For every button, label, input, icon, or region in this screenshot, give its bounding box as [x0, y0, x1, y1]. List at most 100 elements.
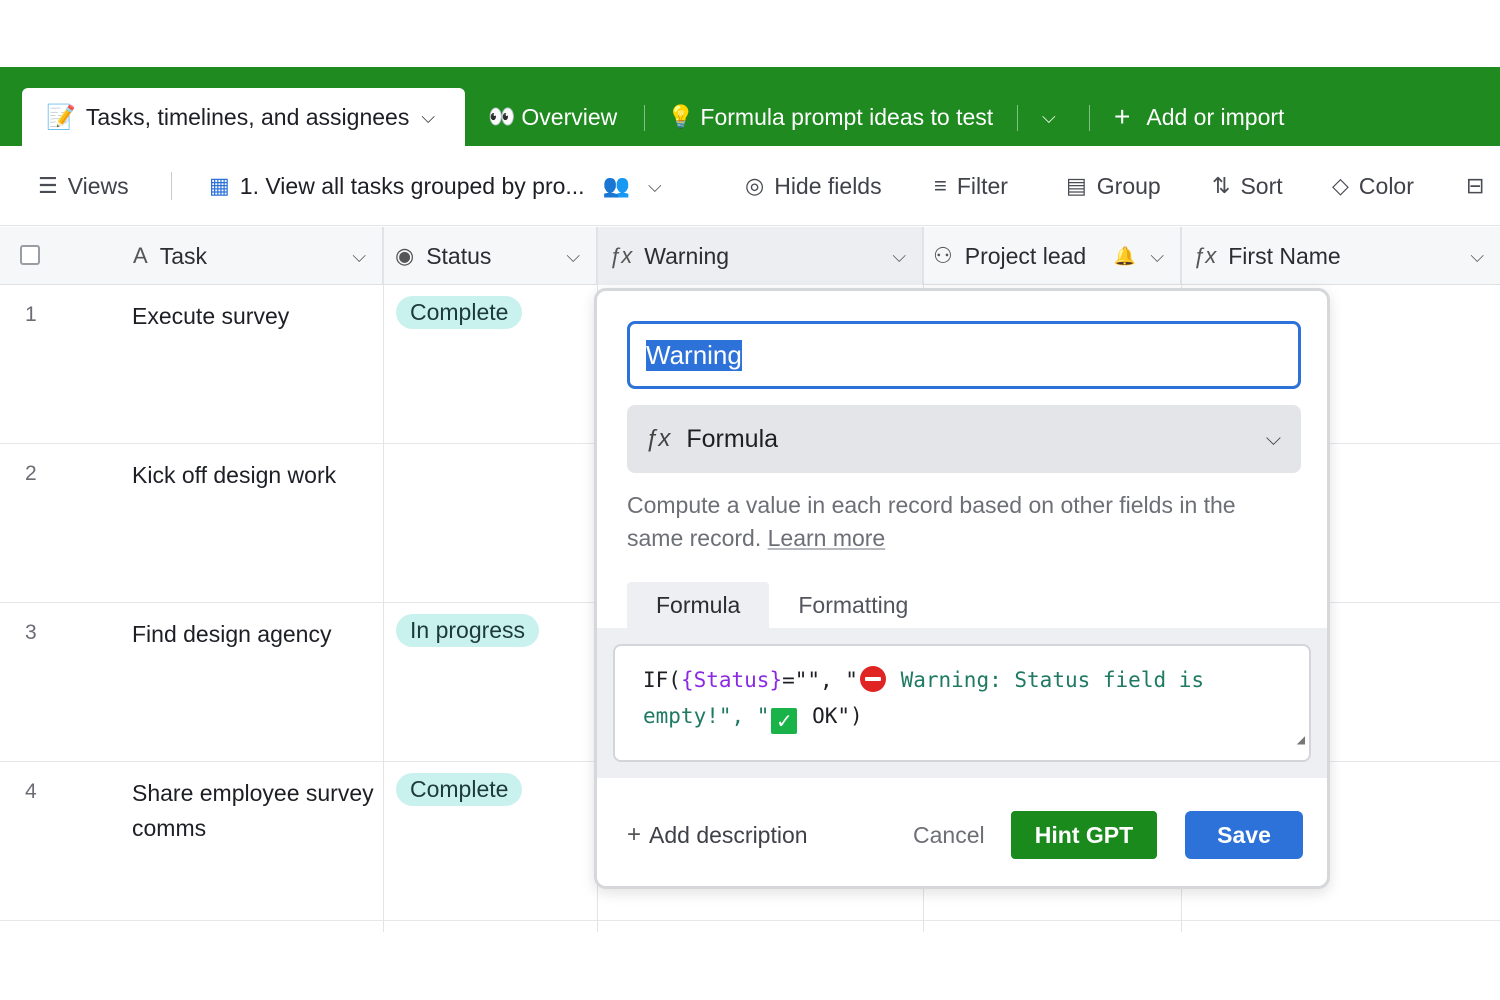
filter-icon: ≡ [934, 173, 947, 198]
hide-fields-button[interactable]: ◎ Hide fields [745, 146, 882, 226]
formula-subtabs: Formula Formatting [627, 582, 937, 628]
select-all-checkbox[interactable] [20, 245, 40, 265]
task-cell[interactable]: Find design agency [132, 617, 377, 652]
views-label: Views [67, 172, 129, 199]
no-entry-icon [859, 666, 886, 692]
formula-function: IF( [643, 668, 681, 692]
grid-header: A Task ⌵ ◉ Status ⌵ ƒx Warning ⌵ ⚇ Proje… [0, 227, 1500, 285]
formula-ok-string: OK") [799, 704, 863, 728]
chevron-down-icon[interactable]: ⌵ [421, 107, 435, 128]
tab-formula-ideas[interactable]: 💡 Formula prompt ideas to test [667, 88, 993, 146]
eye-slash-icon: ◎ [745, 173, 765, 198]
tab-tasks-timelines[interactable]: 📝 Tasks, timelines, and assignees ⌵ [22, 88, 465, 146]
save-button[interactable]: Save [1185, 811, 1303, 859]
color-button[interactable]: ◇ Color [1332, 146, 1414, 226]
resize-handle-icon[interactable]: ◢ [1297, 722, 1305, 758]
chevron-down-icon[interactable]: ⌵ [892, 246, 906, 267]
status-badge[interactable]: In progress [396, 614, 540, 647]
sort-icon: ⇅ [1212, 173, 1231, 198]
column-label: Status [426, 242, 492, 269]
task-cell[interactable]: Execute survey [132, 299, 377, 334]
add-or-import-button[interactable]: + Add or import [1114, 88, 1284, 146]
task-cell[interactable]: Share employee survey comms [132, 776, 377, 846]
group-icon: ▤ [1066, 173, 1087, 198]
row-height-button[interactable]: ⊟ [1466, 146, 1494, 226]
grid-view-icon: ▦ [209, 173, 230, 198]
add-description-label: Add description [649, 821, 808, 848]
view-name: 1. View all tasks grouped by pro... [239, 172, 585, 199]
task-cell[interactable]: Kick off design work [132, 458, 377, 493]
row-height-icon: ⊟ [1466, 173, 1485, 198]
formula-field-ref: {Status} [680, 668, 783, 692]
formula-editor-area: IF({Status}="", " Warning: Status field … [597, 628, 1327, 778]
formula-icon: ƒx [609, 243, 633, 268]
field-type-value: Formula [686, 424, 779, 453]
column-header-warning[interactable]: ƒx Warning ⌵ [597, 227, 923, 285]
field-name-input[interactable]: Warning [627, 321, 1301, 389]
add-description-button[interactable]: + Add description [627, 811, 808, 859]
row-number: 1 [25, 303, 37, 326]
chevron-down-icon[interactable]: ⌵ [1150, 246, 1164, 267]
chevron-down-icon: ⌵ [647, 175, 662, 196]
collaborators-icon: 👥 [602, 173, 630, 198]
column-header-first-name[interactable]: ƒx First Name ⌵ [1181, 227, 1500, 285]
views-button[interactable]: ☰ Views [38, 146, 129, 226]
row-number: 2 [25, 462, 37, 485]
learn-more-link[interactable]: Learn more [768, 525, 886, 551]
column-label: Task [159, 242, 207, 269]
row-number: 3 [25, 621, 37, 644]
filter-button[interactable]: ≡ Filter [934, 146, 1008, 226]
tab-divider [644, 105, 645, 131]
column-label: Warning [644, 242, 730, 269]
filter-label: Filter [956, 172, 1008, 199]
tab-overview[interactable]: 👀 Overview [488, 88, 617, 146]
text-field-icon: A [133, 243, 148, 268]
bell-icon: 🔔 [1113, 245, 1136, 266]
column-header-project-lead[interactable]: ⚇ Project lead 🔔 ⌵ [923, 227, 1181, 285]
tab-label: Overview [521, 103, 618, 130]
field-description-text: Compute a value in each record based on … [627, 489, 1287, 555]
column-label: Project lead [964, 242, 1087, 269]
cancel-button[interactable]: Cancel [913, 811, 985, 859]
view-toolbar: ☰ Views ▦ 1. View all tasks grouped by p… [0, 146, 1500, 226]
field-type-select[interactable]: ƒx Formula ⌵ [627, 405, 1301, 473]
formula-editor[interactable]: IF({Status}="", " Warning: Status field … [613, 644, 1311, 762]
group-button[interactable]: ▤ Group [1066, 146, 1161, 226]
column-label: First Name [1228, 242, 1341, 269]
status-badge[interactable]: Complete [396, 296, 523, 329]
add-import-label: Add or import [1146, 103, 1285, 130]
chevron-down-icon[interactable]: ⌵ [352, 246, 366, 267]
edit-field-dialog: Warning ƒx Formula ⌵ Compute a value in … [594, 288, 1330, 889]
sort-label: Sort [1240, 172, 1283, 199]
chevron-down-icon: ⌵ [1265, 427, 1281, 450]
chevron-down-icon[interactable]: ⌵ [1470, 246, 1484, 267]
tab-label: Tasks, timelines, and assignees [85, 103, 410, 130]
view-switcher[interactable]: ▦ 1. View all tasks grouped by pro... 👥 … [209, 146, 672, 226]
tab-divider [1089, 105, 1090, 131]
status-badge[interactable]: Complete [396, 773, 523, 806]
plus-icon: + [627, 821, 642, 848]
column-header-status[interactable]: ◉ Status ⌵ [383, 227, 597, 285]
field-name-value: Warning [646, 339, 742, 371]
tab-formatting[interactable]: Formatting [769, 582, 937, 628]
bulb-icon: 💡 [667, 104, 695, 129]
hamburger-icon: ☰ [38, 173, 58, 198]
status-circle-icon: ◉ [395, 243, 415, 268]
tab-formula[interactable]: Formula [627, 582, 770, 628]
paint-bucket-icon: ◇ [1332, 173, 1349, 198]
chevron-down-icon[interactable]: ⌵ [566, 246, 580, 267]
table-tab-bar: 📝 Tasks, timelines, and assignees ⌵ 👀 Ov… [0, 67, 1500, 146]
sort-button[interactable]: ⇅ Sort [1212, 146, 1283, 226]
user-icon: ⚇ [933, 243, 953, 268]
tab-label: Formula prompt ideas to test [700, 103, 994, 130]
eyes-icon: 👀 [488, 104, 516, 129]
hint-gpt-button[interactable]: Hint GPT [1011, 811, 1157, 859]
toolbar-divider [171, 172, 172, 200]
formula-icon: ƒx [1193, 243, 1217, 268]
color-label: Color [1358, 172, 1414, 199]
more-tabs-chevron-icon[interactable]: ⌵ [1042, 88, 1056, 146]
formula-operator: ="", " [782, 668, 858, 692]
dialog-footer: + Add description Cancel Hint GPT Save [627, 811, 1303, 859]
description-text: Compute a value in each record based on … [627, 492, 1236, 551]
column-header-task[interactable]: A Task ⌵ [0, 227, 383, 285]
